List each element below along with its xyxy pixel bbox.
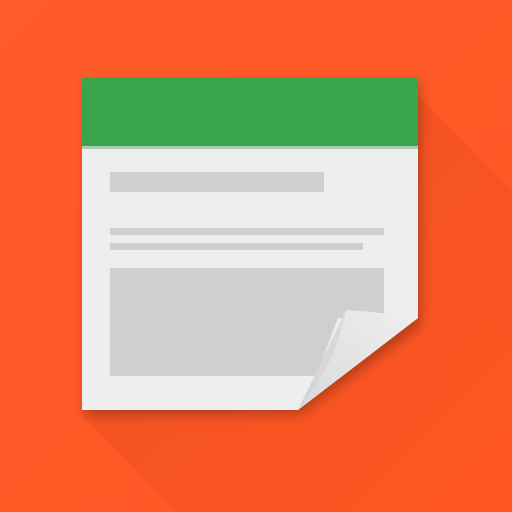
app-icon-tile <box>0 0 512 512</box>
text-line-placeholder <box>110 228 384 235</box>
note-header-bar <box>82 78 418 146</box>
text-line-placeholder <box>110 243 363 250</box>
title-placeholder <box>110 172 324 192</box>
header-shadow-line <box>82 146 418 149</box>
note-document-icon <box>0 0 512 512</box>
